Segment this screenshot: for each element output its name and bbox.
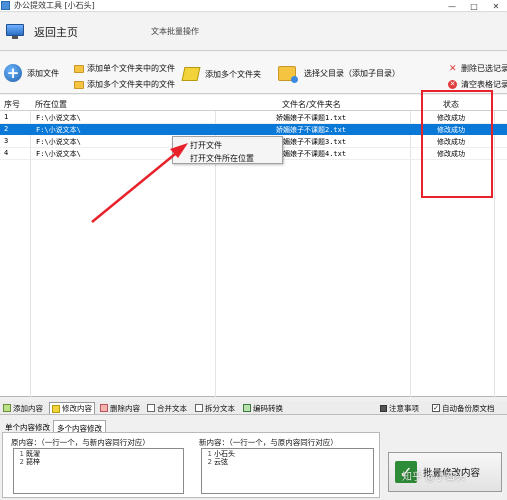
add-single-folder-label: 添加单个文件夹中的文件: [87, 64, 175, 73]
subtab-single[interactable]: 单个内容修改: [2, 420, 53, 432]
row-name: 娇媚娘子不课题1.txt: [276, 114, 347, 122]
folder-add-icon: [278, 66, 298, 83]
line-text: 琵梓: [26, 458, 40, 466]
tag-icon: [181, 67, 201, 81]
add-content-icon: [3, 404, 11, 412]
row-index: 2: [4, 125, 9, 133]
add-multi-folders-label: 添加多个文件夹: [205, 69, 261, 79]
text-line: 1 既濯: [16, 450, 181, 458]
delete-selected-button[interactable]: ✕ 删除已选记录: [449, 63, 507, 74]
row-index: 4: [4, 149, 9, 157]
maximize-button[interactable]: □: [463, 0, 485, 12]
merge-text-icon: [147, 404, 155, 412]
status-highlight-box: [421, 90, 493, 198]
new-content-textarea[interactable]: 1 小石头 2 云弦: [201, 448, 374, 494]
tab-split-text[interactable]: 拆分文本: [193, 402, 237, 414]
notes-link[interactable]: 注意事项: [378, 402, 421, 414]
row-location: F:\小说文本\: [36, 150, 81, 158]
clear-icon: ✕: [448, 80, 457, 89]
tab-modify-content[interactable]: 修改内容: [49, 402, 95, 414]
encoding-icon: [243, 404, 251, 412]
row-name: 娇媚娘子不课题4.txt: [276, 150, 347, 158]
row-index: 3: [4, 137, 9, 145]
line-text: 既濯: [26, 450, 40, 458]
line-number: 1: [207, 450, 212, 458]
minimize-button[interactable]: —: [441, 0, 463, 12]
notes-icon: [380, 404, 387, 412]
function-tabs: 添加内容 修改内容 删除内容 合并文本 拆分文本 编码转换 注意事项 ✓ 自动备…: [0, 401, 507, 415]
tab-add-content[interactable]: 添加内容: [1, 402, 45, 414]
monitor-icon: [6, 23, 24, 40]
watermark: 知乎 @小石头: [402, 472, 466, 483]
line-number: 2: [19, 458, 24, 466]
select-parent-dir-button[interactable]: 选择父目录（添加子目录）: [278, 66, 400, 83]
folder-icon: [74, 64, 84, 73]
add-file-button[interactable]: + 添加文件: [4, 64, 59, 82]
row-location: F:\小说文本\: [36, 126, 81, 134]
page-subtitle: 文本批量操作: [151, 27, 199, 36]
add-multi-folders-button[interactable]: 添加多个文件夹: [181, 67, 261, 81]
split-text-icon: [195, 404, 203, 412]
tab-label: 添加内容: [13, 403, 43, 413]
original-content-textarea[interactable]: 1 既濯 2 琵梓: [13, 448, 184, 494]
text-line: 2 云弦: [204, 458, 371, 466]
window-controls: — □ ✕: [441, 0, 507, 12]
text-line: 2 琵梓: [16, 458, 181, 466]
modify-mode-tabs: 单个内容修改 多个内容修改: [0, 420, 400, 433]
delete-selected-label: 删除已选记录: [461, 64, 507, 73]
row-name: 娇媚娘子不课题2.txt: [276, 126, 347, 134]
delete-x-icon: ✕: [449, 63, 457, 74]
row-location: F:\小说文本\: [36, 138, 81, 146]
plus-icon: +: [4, 64, 22, 82]
tab-merge-text[interactable]: 合并文本: [145, 402, 189, 414]
tab-encoding-convert[interactable]: 编码转换: [241, 402, 285, 414]
toolbar: + 添加文件 添加单个文件夹中的文件 添加多个文件夹中的文件 添加多个文件夹 选…: [0, 52, 507, 94]
modify-panel: 原内容：（一行一个，与新内容同行对应） 新内容：（一行一个，与原内容同行对应） …: [2, 432, 380, 498]
add-single-folder-button[interactable]: 添加单个文件夹中的文件: [74, 63, 175, 74]
tab-label: 修改内容: [62, 404, 92, 413]
row-index: 1: [4, 113, 9, 121]
tab-label: 删除内容: [110, 403, 140, 413]
header-name[interactable]: 文件名/文件夹名: [282, 99, 341, 110]
add-multi-folder-files-label: 添加多个文件夹中的文件: [87, 80, 175, 89]
title-bar: 办公提效工具 [小石头] — □ ✕: [0, 0, 507, 12]
line-number: 1: [19, 450, 24, 458]
auto-backup-label: 自动备份原文档: [442, 403, 495, 413]
row-name: 娇媚娘子不课题3.txt: [276, 138, 347, 146]
auto-backup-checkbox[interactable]: ✓ 自动备份原文档: [430, 402, 497, 414]
close-button[interactable]: ✕: [485, 0, 507, 12]
add-file-label: 添加文件: [27, 68, 59, 78]
delete-content-icon: [100, 404, 108, 412]
tab-label: 拆分文本: [205, 403, 235, 413]
new-content-label: 新内容：（一行一个，与原内容同行对应）: [199, 438, 338, 447]
add-multi-folder-files-button[interactable]: 添加多个文件夹中的文件: [74, 79, 175, 90]
select-parent-dir-label: 选择父目录（添加子目录）: [304, 69, 400, 78]
text-line: 1 小石头: [204, 450, 371, 458]
clear-table-label: 清空表格记录: [461, 80, 507, 89]
header-location[interactable]: 所在位置: [35, 99, 67, 110]
line-text: 小石头: [214, 450, 235, 458]
original-content-label: 原内容：（一行一个，与新内容同行对应）: [11, 438, 150, 447]
tab-delete-content[interactable]: 删除内容: [98, 402, 142, 414]
header-index[interactable]: 序号: [4, 99, 20, 110]
line-number: 2: [207, 458, 212, 466]
context-menu: 打开文件 打开文件所在位置: [172, 136, 283, 164]
clear-table-button[interactable]: ✕ 清空表格记录: [448, 79, 507, 90]
checkbox-checked-icon: ✓: [432, 404, 440, 412]
notes-label: 注意事项: [389, 403, 419, 413]
tab-label: 合并文本: [157, 403, 187, 413]
tab-label: 编码转换: [253, 403, 283, 413]
app-icon: [1, 1, 10, 10]
menu-item-open-file[interactable]: 打开文件: [190, 140, 222, 151]
window-title: 办公提效工具 [小石头]: [14, 1, 95, 10]
folder-icon: [74, 80, 84, 89]
menu-item-open-location[interactable]: 打开文件所在位置: [190, 153, 254, 164]
back-home-label: 返回主页: [34, 25, 78, 39]
line-text: 云弦: [214, 458, 228, 466]
modify-content-icon: [52, 404, 60, 413]
subtab-multi[interactable]: 多个内容修改: [53, 420, 106, 433]
row-location: F:\小说文本\: [36, 114, 81, 122]
nav-bar: 返回主页 文本批量操作: [0, 13, 507, 51]
back-home-button[interactable]: 返回主页: [6, 17, 78, 47]
